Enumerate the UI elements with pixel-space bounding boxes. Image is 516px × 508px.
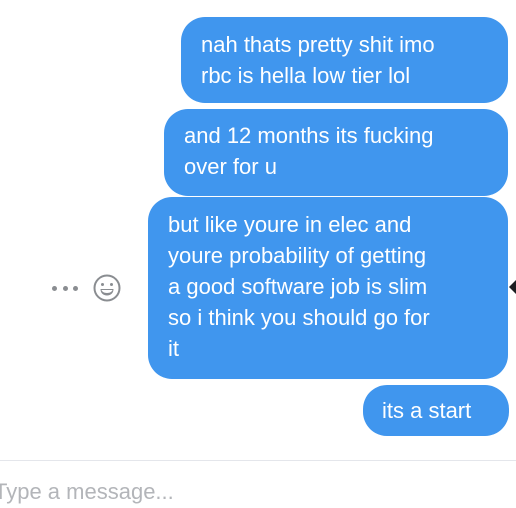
message-bubble[interactable]: its a start <box>363 385 509 436</box>
arrow-left-icon <box>509 280 516 294</box>
message-thread: nah thats pretty shit imo rbc is hella l… <box>0 0 516 460</box>
dot <box>52 285 57 291</box>
message-actions <box>52 272 122 304</box>
message-input[interactable] <box>0 476 514 508</box>
message-bubble[interactable]: nah thats pretty shit imo rbc is hella l… <box>181 17 508 103</box>
message-bubble[interactable]: but like youre in elec and youre probabi… <box>148 197 508 379</box>
more-horizontal-icon[interactable] <box>52 283 78 293</box>
dot <box>62 285 68 291</box>
smiley-face-icon[interactable] <box>92 273 122 303</box>
dot <box>73 285 78 291</box>
composer-divider <box>0 460 516 461</box>
message-bubble[interactable]: and 12 months its fucking over for u <box>164 109 508 196</box>
